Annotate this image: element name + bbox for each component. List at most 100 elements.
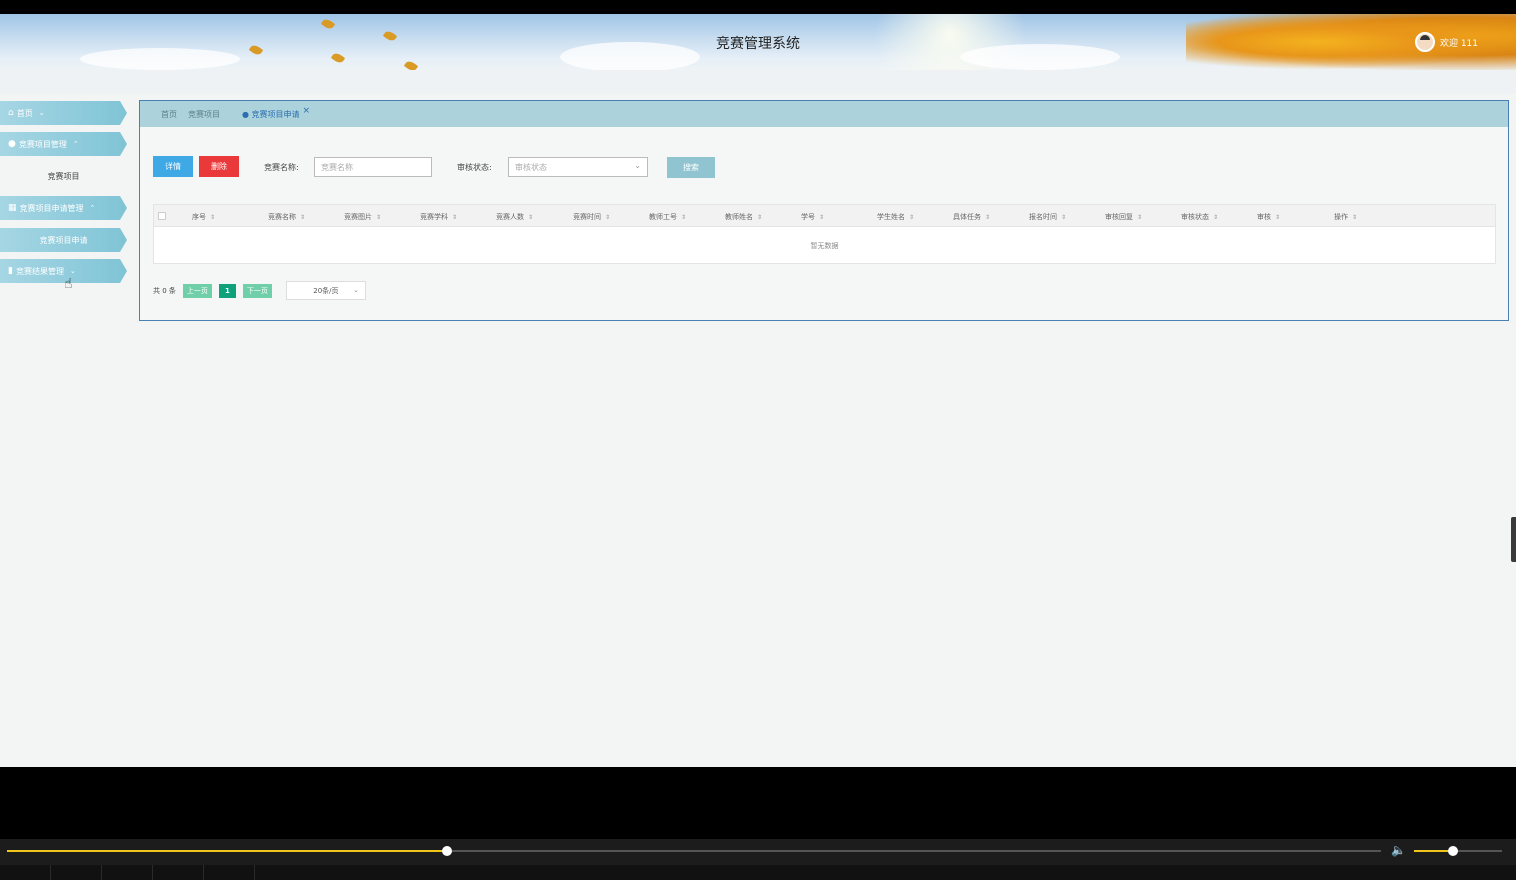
volume-track[interactable] xyxy=(1414,846,1502,856)
status-select[interactable]: 审核状态 ⌄ xyxy=(508,157,648,177)
sort-icon[interactable]: ⇕ xyxy=(1061,214,1066,221)
page-number[interactable]: 1 xyxy=(218,283,236,298)
column-header-label: 竞赛图片 xyxy=(344,213,372,221)
sidebar-item-home[interactable]: ⌂ 首页 ⌄ xyxy=(0,101,127,125)
column-header[interactable]: 竞赛名称 ⇕ xyxy=(268,212,305,222)
sort-icon[interactable]: ⇕ xyxy=(605,214,610,221)
sort-icon[interactable]: ⇕ xyxy=(452,214,457,221)
user-info[interactable]: 欢迎 111 xyxy=(1414,32,1478,52)
sort-icon[interactable]: ⇕ xyxy=(819,214,824,221)
taskbar-slot xyxy=(204,865,255,880)
column-header-label: 竞赛名称 xyxy=(268,213,296,221)
taskbar-slot xyxy=(102,865,153,880)
sort-icon[interactable]: ⇕ xyxy=(909,214,914,221)
sidebar-subitem-project[interactable]: 竞赛项目 xyxy=(0,164,127,188)
sort-icon[interactable]: ⇕ xyxy=(300,214,305,221)
sidebar-item-project-management[interactable]: ● 竞赛项目管理 ⌃ xyxy=(0,132,127,156)
chevron-down-icon: ⌄ xyxy=(69,267,76,275)
video-player-bar: 🔈 xyxy=(0,839,1516,865)
sort-icon[interactable]: ⇕ xyxy=(1352,214,1357,221)
tab-project[interactable]: 竞赛项目 xyxy=(188,109,220,120)
header-subbar xyxy=(0,70,1516,94)
page-size-select[interactable]: 20条/页 ⌄ xyxy=(285,281,366,300)
sort-icon[interactable]: ⇕ xyxy=(681,214,686,221)
table-header: 序号 ⇕ 竞赛名称 ⇕ 竞赛图片 ⇕ 竞赛学科 ⇕ 竞赛人数 ⇕ 竞赛时间 ⇕ 教师工号 ⇕ 教师姓名 ⇕ 学号… xyxy=(154,205,1495,227)
status-placeholder: 审核状态 xyxy=(515,162,547,172)
column-header[interactable]: 学生姓名 ⇕ xyxy=(877,212,914,222)
column-header[interactable]: 审核 ⇕ xyxy=(1257,212,1280,222)
tab-label: 竞赛项目申请 xyxy=(251,109,300,119)
column-header[interactable]: 学号 ⇕ xyxy=(801,212,824,222)
column-header-label: 报名时间 xyxy=(1029,213,1057,221)
book-icon: ▮ xyxy=(8,266,13,276)
column-header[interactable]: 教师姓名 ⇕ xyxy=(725,212,762,222)
column-header[interactable]: 具体任务 ⇕ xyxy=(953,212,990,222)
name-search-input[interactable]: 竞赛名称 xyxy=(314,157,432,177)
page-size-value: 20条/页 xyxy=(313,286,339,295)
project-icon: ● xyxy=(8,139,16,149)
app-window: 竞赛管理系统 欢迎 111 ⌂ 首页 ⌄ ● 竞赛项目管理 ⌃ 竞赛项目 ▦ 竞… xyxy=(0,14,1516,767)
taskbar-slot xyxy=(153,865,204,880)
sort-icon[interactable]: ⇕ xyxy=(985,214,990,221)
video-frame: 竞赛管理系统 欢迎 111 ⌂ 首页 ⌄ ● 竞赛项目管理 ⌃ 竞赛项目 ▦ 竞… xyxy=(0,0,1516,880)
column-header[interactable]: 教师工号 ⇕ xyxy=(649,212,686,222)
detail-button[interactable]: 详情 xyxy=(153,156,193,177)
search-button[interactable]: 搜索 xyxy=(667,157,715,178)
column-header-label: 操作 xyxy=(1334,213,1348,221)
chevron-down-icon: ⌄ xyxy=(634,161,641,170)
column-header-label: 具体任务 xyxy=(953,213,981,221)
avatar[interactable] xyxy=(1414,32,1435,52)
volume-knob[interactable] xyxy=(1447,846,1458,856)
column-header[interactable]: 竞赛时间 ⇕ xyxy=(573,212,610,222)
tab-home[interactable]: 首页 xyxy=(161,109,177,120)
sort-icon[interactable]: ⇕ xyxy=(1137,214,1142,221)
column-header[interactable]: 竞赛人数 ⇕ xyxy=(496,212,533,222)
volume-icon[interactable]: 🔈 xyxy=(1391,843,1406,857)
content-panel: 首页 竞赛项目 ● 竞赛项目申请 × 详情 删除 竞赛名称: 竞赛名称 审核状态… xyxy=(139,100,1509,321)
column-header-label: 审核 xyxy=(1257,213,1271,221)
grid-icon: ▦ xyxy=(8,203,17,213)
welcome-text: 欢迎 111 xyxy=(1439,38,1478,49)
side-scroll-handle[interactable] xyxy=(1511,517,1516,562)
prev-page-button[interactable]: 上一页 xyxy=(182,283,212,298)
column-header[interactable]: 审核回复 ⇕ xyxy=(1105,212,1142,222)
column-header-label: 竞赛学科 xyxy=(420,213,448,221)
sort-icon[interactable]: ⇕ xyxy=(528,214,533,221)
select-all-checkbox[interactable] xyxy=(158,212,166,220)
tab-application-active[interactable]: ● 竞赛项目申请 xyxy=(242,109,300,120)
sidebar-subitem-application[interactable]: 竞赛项目申请 xyxy=(0,228,127,252)
sort-icon[interactable]: ⇕ xyxy=(210,214,215,221)
column-header[interactable]: 序号 ⇕ xyxy=(192,212,215,222)
next-page-button[interactable]: 下一页 xyxy=(242,283,272,298)
column-header[interactable]: 报名时间 ⇕ xyxy=(1029,212,1066,222)
home-icon: ⌂ xyxy=(8,108,14,118)
close-icon[interactable]: × xyxy=(303,106,311,116)
volume-fill xyxy=(1414,850,1453,852)
sort-icon[interactable]: ⇕ xyxy=(376,214,381,221)
sidebar-item-application-management[interactable]: ▦ 竞赛项目申请管理 ⌃ xyxy=(0,196,127,220)
column-header-label: 审核状态 xyxy=(1181,213,1209,221)
column-header[interactable]: 审核状态 ⇕ xyxy=(1181,212,1218,222)
delete-button[interactable]: 删除 xyxy=(199,156,239,177)
pagination: 共 0 条 上一页 1 下一页 20条/页 ⌄ xyxy=(153,281,366,300)
sort-icon[interactable]: ⇕ xyxy=(1275,214,1280,221)
column-header[interactable]: 竞赛学科 ⇕ xyxy=(420,212,457,222)
total-count: 共 0 条 xyxy=(153,286,176,295)
progress-track[interactable] xyxy=(7,846,1381,856)
column-header[interactable]: 竞赛图片 ⇕ xyxy=(344,212,381,222)
progress-knob[interactable] xyxy=(441,846,452,856)
sidebar-item-label: 首页 xyxy=(16,108,33,118)
name-label: 竞赛名称: xyxy=(264,163,299,172)
sort-icon[interactable]: ⇕ xyxy=(757,214,762,221)
taskbar-strip xyxy=(0,865,1516,880)
chevron-down-icon: ⌄ xyxy=(38,109,45,117)
sidebar-item-label: 竞赛结果管理 xyxy=(15,266,64,276)
sidebar-item-label: 竞赛项目管理 xyxy=(18,139,67,149)
column-header-label: 教师工号 xyxy=(649,213,677,221)
app-title: 竞赛管理系统 xyxy=(716,36,800,52)
sort-icon[interactable]: ⇕ xyxy=(1213,214,1218,221)
leaf-decoration xyxy=(320,17,336,31)
progress-fill xyxy=(7,850,447,852)
chevron-down-icon: ⌄ xyxy=(353,286,359,294)
column-header[interactable]: 操作 ⇕ xyxy=(1334,212,1357,222)
